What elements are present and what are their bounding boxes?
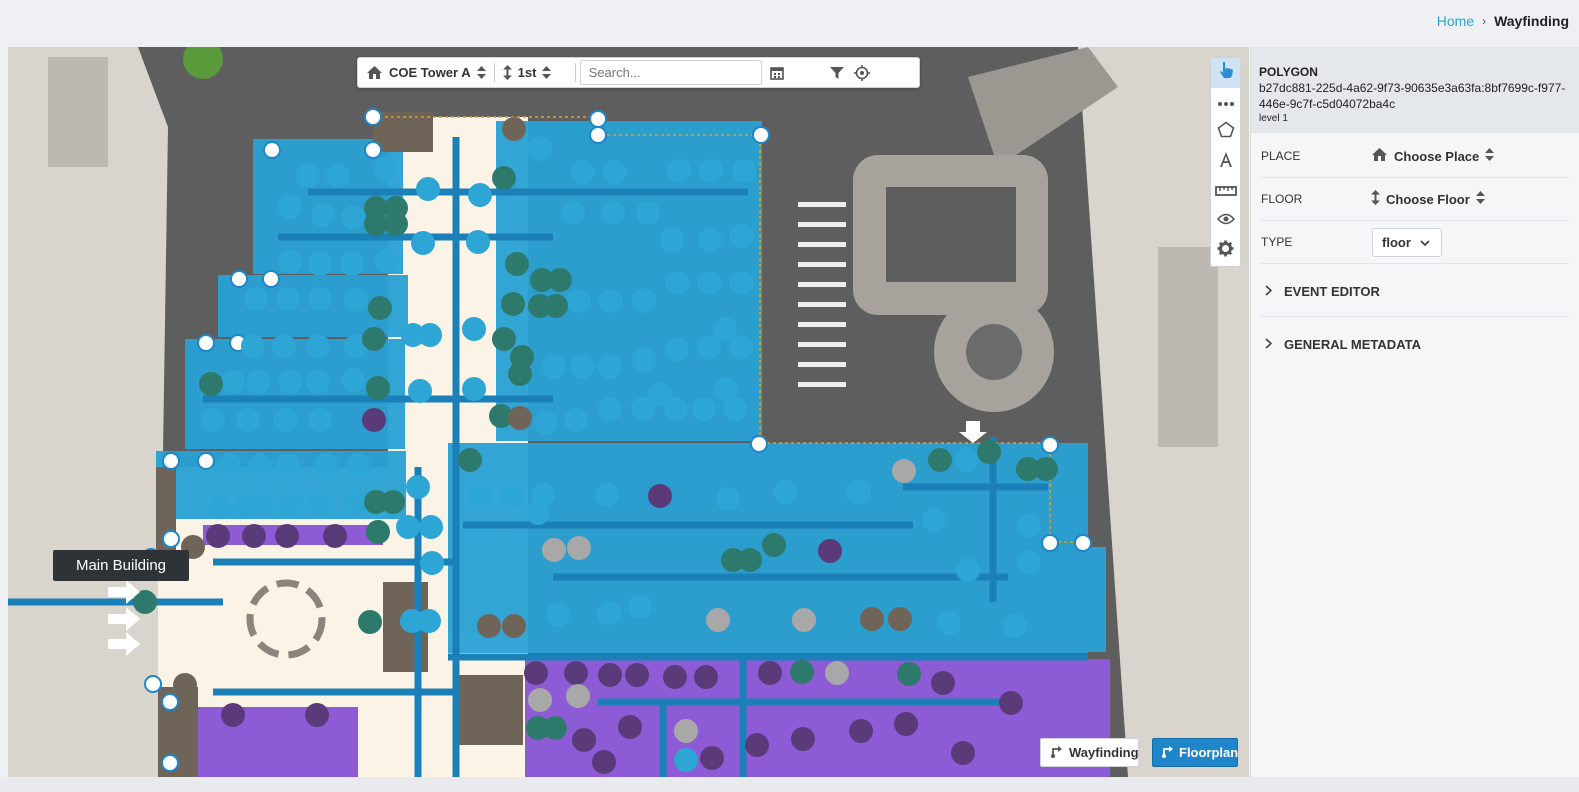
- locate-button[interactable]: [848, 58, 876, 87]
- settings-tool[interactable]: [1211, 236, 1240, 266]
- floor-label: FLOOR: [1261, 192, 1303, 206]
- breadcrumb: Home › Wayfinding: [1437, 13, 1569, 29]
- sort-icon: [542, 66, 552, 79]
- sort-icon: [476, 66, 486, 79]
- ruler-tool[interactable]: [1211, 177, 1240, 207]
- wayfinding-button-label: Wayfinding: [1069, 745, 1139, 760]
- sort-icon: [1475, 191, 1485, 207]
- general-metadata-section[interactable]: GENERAL METADATA: [1265, 334, 1569, 354]
- place-row: PLACE Choose Place: [1261, 135, 1569, 178]
- type-row: TYPE floor: [1261, 221, 1569, 264]
- calendar-button[interactable]: [762, 58, 792, 87]
- sort-icon: [1485, 148, 1495, 164]
- type-label: TYPE: [1261, 235, 1293, 249]
- type-select-value: floor: [1382, 234, 1411, 250]
- chevron-down-icon: [1420, 235, 1430, 250]
- floor-dropdown[interactable]: Choose Floor: [1371, 190, 1485, 208]
- pentagon-icon: [1217, 121, 1235, 143]
- floor-selector[interactable]: 1st: [495, 58, 575, 87]
- breadcrumb-current: Wayfinding: [1494, 13, 1569, 29]
- event-editor-section[interactable]: EVENT EDITOR: [1265, 281, 1569, 301]
- place-selector-value: COE Tower A: [389, 65, 471, 80]
- text-tool[interactable]: [1211, 147, 1240, 177]
- object-level: level 1: [1259, 113, 1288, 124]
- building-label-text: Main Building: [75, 557, 167, 574]
- chevron-right-icon: [1265, 337, 1273, 352]
- panel-header: POLYGON b27dc881-225d-4a62-9f73-90635e3a…: [1251, 47, 1579, 133]
- toolbar-divider: [574, 63, 576, 82]
- place-dropdown-value: Choose Place: [1394, 148, 1480, 164]
- visibility-tool[interactable]: [1211, 207, 1240, 237]
- floor-dropdown-value: Choose Floor: [1386, 191, 1470, 207]
- top-bar: Home › Wayfinding: [0, 0, 1579, 46]
- place-label: PLACE: [1261, 149, 1301, 163]
- floor-map-canvas[interactable]: [8, 47, 1249, 777]
- map-toolbar: COE Tower A 1st: [357, 57, 920, 88]
- polygon-tool[interactable]: [1211, 117, 1240, 147]
- general-metadata-title: GENERAL METADATA: [1284, 336, 1421, 352]
- locate-icon: [853, 64, 870, 81]
- ruler-icon: [1214, 183, 1237, 201]
- type-select[interactable]: floor: [1372, 227, 1442, 257]
- gear-icon: [1217, 240, 1234, 262]
- object-id: b27dc881-225d-4a62-9f73-90635e3a63fa:8bf…: [1259, 81, 1566, 111]
- section-divider: [1261, 316, 1569, 317]
- floorplan-button-label: Floorplan: [1179, 745, 1239, 760]
- floorplan-button[interactable]: Floorplan: [1152, 738, 1238, 767]
- floor-selector-value: 1st: [517, 65, 537, 80]
- floor-row: FLOOR Choose Floor: [1261, 178, 1569, 221]
- breadcrumb-home-link[interactable]: Home: [1437, 13, 1474, 29]
- bottom-strip: [0, 777, 1579, 792]
- text-icon: [1219, 151, 1233, 173]
- pointer-icon: [1218, 61, 1234, 84]
- eye-icon: [1216, 212, 1235, 230]
- place-selector[interactable]: COE Tower A: [358, 58, 494, 87]
- breadcrumb-separator: ›: [1482, 14, 1487, 28]
- pointer-tool[interactable]: [1211, 58, 1240, 88]
- home-icon: [366, 65, 383, 80]
- place-dropdown[interactable]: Choose Place: [1371, 147, 1495, 165]
- filter-icon: [829, 66, 844, 80]
- calendar-icon: [769, 66, 784, 80]
- up-down-arrows-icon: [1371, 190, 1380, 208]
- object-type: POLYGON: [1259, 65, 1318, 79]
- chevron-right-icon: [1265, 284, 1273, 299]
- wayfinding-button[interactable]: Wayfinding: [1040, 738, 1139, 767]
- search-input[interactable]: [579, 60, 762, 85]
- drawing-tools: [1210, 57, 1241, 267]
- up-down-arrows-icon: [502, 65, 512, 80]
- home-icon: [1371, 147, 1388, 165]
- event-editor-title: EVENT EDITOR: [1284, 283, 1380, 299]
- dots-tool[interactable]: [1211, 88, 1240, 118]
- floor-map[interactable]: Main Building: [8, 47, 1249, 777]
- floorplan-icon: [1160, 743, 1174, 762]
- building-label: Main Building: [53, 550, 189, 581]
- wayfinding-icon: [1049, 743, 1063, 762]
- properties-panel: POLYGON b27dc881-225d-4a62-9f73-90635e3a…: [1250, 47, 1579, 777]
- dots-icon: [1217, 94, 1235, 112]
- filter-button[interactable]: [826, 58, 848, 87]
